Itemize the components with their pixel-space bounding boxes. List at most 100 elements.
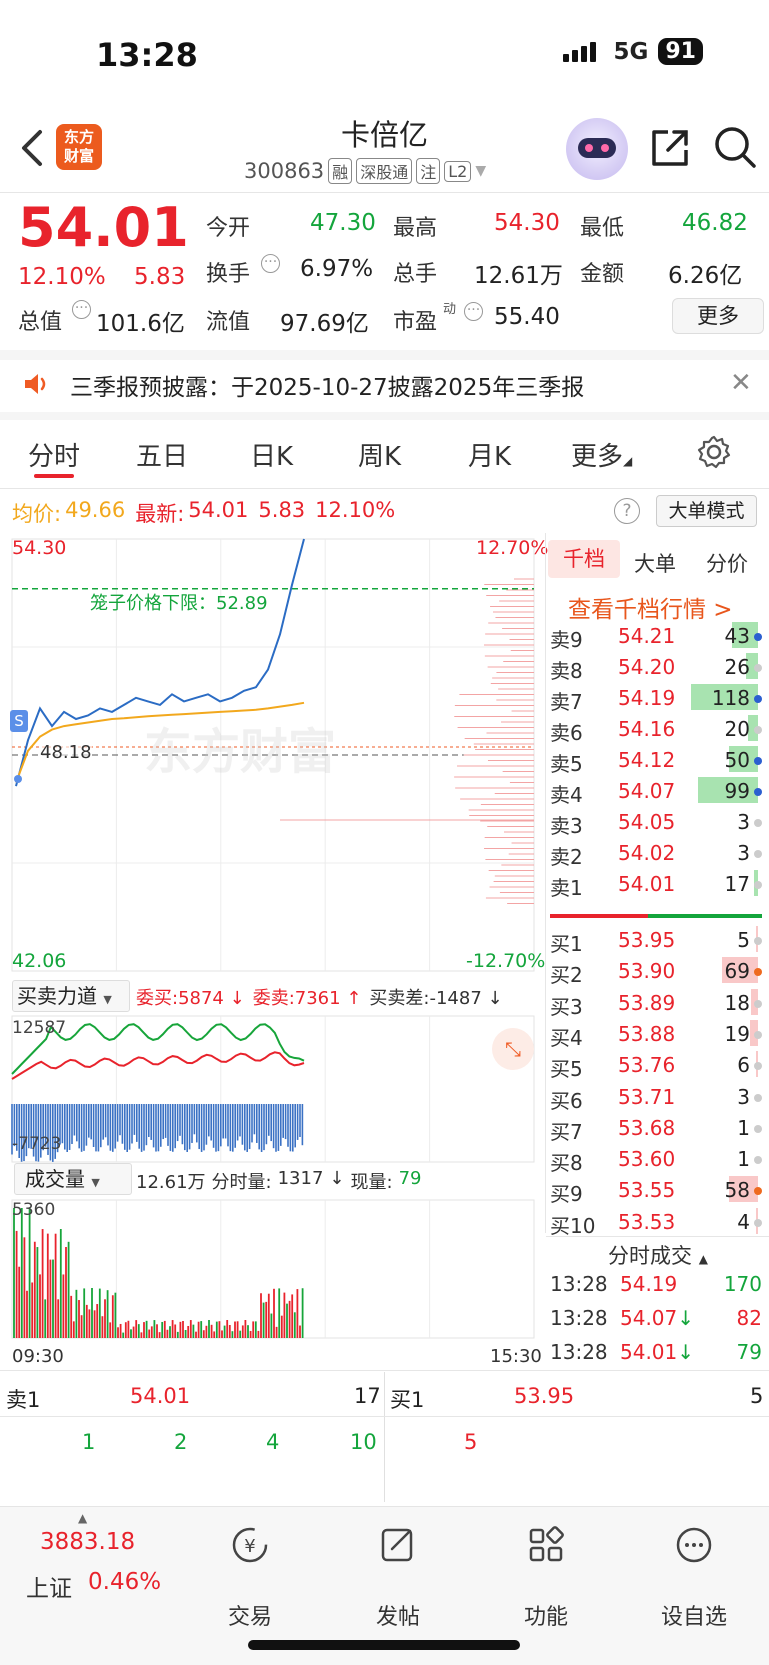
status-dot <box>754 1062 762 1071</box>
info-dots-icon[interactable]: ··· <box>72 300 91 319</box>
tab-daily-k[interactable]: 日K <box>250 436 293 473</box>
status-dot <box>754 788 762 796</box>
notice-text[interactable]: 三季报预披露：于2025-10-27披露2025年三季报 <box>70 368 584 402</box>
bid1-price: 53.95 <box>514 1384 575 1408</box>
orderbook-row[interactable]: 买7 53.68 1 <box>550 1112 762 1144</box>
orderbook-row[interactable]: 卖5 54.12 50 <box>550 744 762 776</box>
tag-registered: 注 <box>416 158 441 184</box>
orderbook-row[interactable]: 买6 53.71 3 <box>550 1081 762 1113</box>
orderbook-row[interactable]: 买5 53.76 6 <box>550 1049 762 1081</box>
caret-icon: ◢ <box>623 454 633 468</box>
orderbook-price: 54.19 <box>618 686 676 710</box>
tab-monthly-k[interactable]: 月K <box>468 436 511 473</box>
low-value: 46.82 <box>682 210 748 236</box>
orderbook-tab-large[interactable]: 大单 <box>634 548 676 578</box>
nav-add-watchlist[interactable]: 设自选 <box>644 1599 744 1631</box>
orderbook-row[interactable]: 卖4 54.07 99 <box>550 775 762 807</box>
more-button[interactable]: 更多 <box>672 298 764 334</box>
orderbook-level-label: 买3 <box>550 994 583 1019</box>
status-dot <box>754 881 762 889</box>
close-icon[interactable]: ✕ <box>730 368 752 398</box>
open-label: 今开 <box>206 216 251 241</box>
orderbook-row[interactable]: 卖2 54.02 3 <box>550 837 762 869</box>
change-amount: 5.83 <box>134 264 186 290</box>
orderbook-price: 53.76 <box>618 1053 676 1078</box>
orderbook-row[interactable]: 卖9 54.21 43 <box>550 620 762 652</box>
nav-functions[interactable]: 功能 <box>496 1599 596 1631</box>
index-value[interactable]: 3883.18 <box>40 1529 135 1555</box>
trade-volume: 82 <box>736 1306 762 1330</box>
orderbook-level-label: 买4 <box>550 1025 583 1050</box>
orderbook-volume: 1 <box>737 1115 750 1140</box>
info-dots-icon[interactable]: ··· <box>464 302 483 321</box>
orderbook-row[interactable]: 卖1 54.01 17 <box>550 868 762 900</box>
trade-price: 54.07↓ <box>620 1306 695 1330</box>
index-name[interactable]: 上证 <box>26 1569 72 1603</box>
functions-grid-icon[interactable] <box>496 1525 596 1569</box>
orderbook-tab-thousand[interactable]: 千档 <box>548 540 620 578</box>
expand-icon[interactable]: ⤡ <box>492 1028 534 1070</box>
mcap-label: 总值 <box>18 310 63 335</box>
status-dot <box>754 695 762 703</box>
trade-icon[interactable]: ¥ <box>200 1525 300 1569</box>
tab-weekly-k[interactable]: 周K <box>358 436 401 473</box>
big-order-mode-button[interactable]: 大单模式 <box>656 495 757 527</box>
info-dots-icon[interactable]: ··· <box>261 254 280 273</box>
orderbook-row[interactable]: 买8 53.60 1 <box>550 1143 762 1176</box>
stock-subtitle[interactable]: 300863 融 深股通 注 L2 ▼ <box>244 158 486 184</box>
float-mcap-value: 97.69亿 <box>280 311 369 337</box>
start-point-marker <box>14 775 22 783</box>
settings-gear-icon[interactable] <box>696 434 732 470</box>
home-indicator <box>248 1640 520 1650</box>
orderbook-row[interactable]: 买3 53.89 18 <box>550 987 762 1019</box>
sell-marker[interactable]: S <box>10 710 28 732</box>
orderbook-level-label: 买9 <box>550 1182 583 1207</box>
share-icon[interactable] <box>648 126 692 170</box>
orderbook-volume: 19 <box>724 1021 750 1046</box>
trades-header[interactable]: 分时成交 ▲ <box>608 1240 708 1270</box>
tab-more[interactable]: 更多◢ <box>571 436 632 473</box>
orderbook-price: 54.21 <box>618 624 676 648</box>
dropdown-caret-icon: ▼ <box>91 1176 100 1189</box>
tab-five-day[interactable]: 五日 <box>136 436 188 473</box>
more-dots-icon[interactable] <box>644 1525 744 1569</box>
orderbook-row[interactable]: 卖3 54.05 3 <box>550 806 762 838</box>
turnover-value: 6.97% <box>300 256 374 282</box>
orderbook-row[interactable]: 卖8 54.20 26 <box>550 651 762 683</box>
nav-post[interactable]: 发帖 <box>348 1599 448 1631</box>
open-value: 47.30 <box>310 210 376 236</box>
assistant-robot-icon[interactable] <box>566 118 628 180</box>
orderbook-row[interactable]: 买10 53.53 4 <box>550 1206 762 1238</box>
help-icon[interactable]: ? <box>614 498 640 524</box>
tag-margin: 融 <box>328 158 353 184</box>
orderbook-row[interactable]: 买4 53.88 19 <box>550 1018 762 1050</box>
caret-up-icon: ▲ <box>698 1252 708 1266</box>
nav-trade[interactable]: 交易 <box>200 1599 300 1631</box>
bid1-label: 买1 <box>390 1388 425 1412</box>
orderbook-level-label: 买8 <box>550 1151 583 1176</box>
avg-value: 49.66 <box>65 498 126 522</box>
orderbook-row[interactable]: 买9 53.55 58 <box>550 1174 762 1207</box>
orderbook-row[interactable]: 卖7 54.19 118 <box>550 682 762 714</box>
status-dot <box>754 999 762 1008</box>
orderbook-tab-price[interactable]: 分价 <box>706 548 748 578</box>
volume-selector[interactable]: 成交量 ▼ <box>14 1163 132 1195</box>
tab-intraday[interactable]: 分时 <box>28 436 80 473</box>
search-icon[interactable] <box>712 124 758 170</box>
trade-price: 54.19 <box>620 1272 678 1296</box>
status-dot <box>754 937 762 945</box>
orderbook-level-label: 卖3 <box>550 814 583 838</box>
orderbook-row[interactable]: 卖6 54.16 20 <box>550 713 762 745</box>
orderbook-row[interactable]: 买1 53.95 5 <box>550 924 762 956</box>
orderbook-row[interactable]: 买2 53.90 69 <box>550 955 762 987</box>
pe-value: 55.40 <box>494 304 560 330</box>
ask-queue-item: 1 <box>82 1430 96 1454</box>
total-volume: 12.61万 <box>136 1172 206 1193</box>
orderbook-volume: 118 <box>711 686 750 710</box>
view-thousand-link[interactable]: 查看千档行情 > <box>568 590 733 624</box>
index-pct[interactable]: 0.46% <box>88 1569 161 1595</box>
force-selector[interactable]: 买卖力道 ▼ <box>12 980 130 1012</box>
post-edit-icon[interactable] <box>348 1525 448 1569</box>
pct-axis-top-label: 12.70% <box>476 537 549 559</box>
orderbook-level-label: 卖9 <box>550 628 583 652</box>
